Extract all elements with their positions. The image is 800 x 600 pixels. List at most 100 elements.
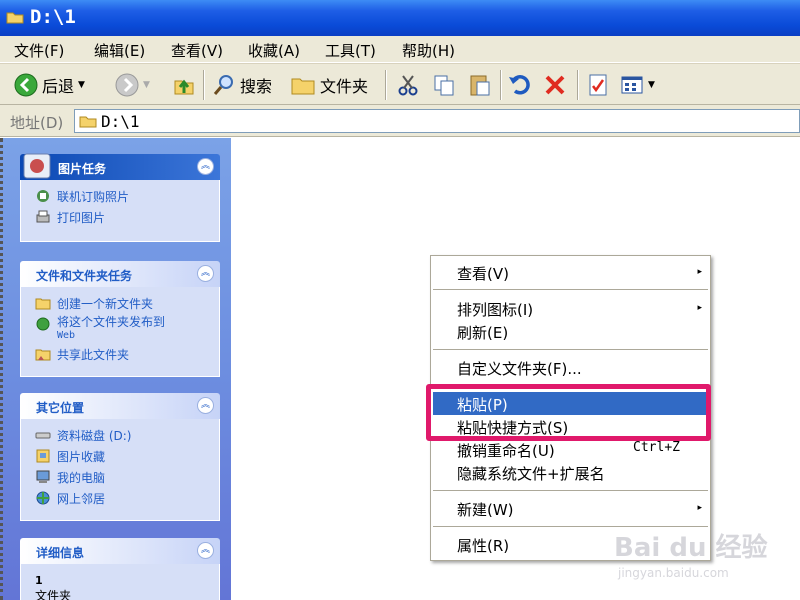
collapse-icon[interactable]: ︽ [197,397,214,414]
picture-tasks-body: 联机订购照片 打印图片 [20,180,220,242]
order-photos-icon [37,190,49,202]
file-tasks-panel: 文件和文件夹任务 ︽ 创建一个新文件夹 将这个文件夹发布到 Web 共享此文件夹 [20,261,220,377]
task-publish-web[interactable]: 将这个文件夹发布到 Web [35,316,219,346]
properties-button[interactable] [586,70,610,100]
collapse-icon[interactable]: ︽ [197,265,214,282]
ctx-new[interactable]: 新建(W) ▸ [433,497,708,520]
address-value: D:\1 [101,111,140,131]
menu-tools[interactable]: 工具(T) [325,40,376,61]
address-bar: 地址(D) D:\1 [0,105,800,137]
other-places-body: 资料磁盘 (D:) 图片收藏 我的电脑 网上邻居 [20,419,220,521]
submenu-arrow-icon: ▸ [697,267,702,277]
collapse-icon[interactable]: ︽ [197,158,214,175]
up-icon [174,79,194,95]
task-order-photos[interactable]: 联机订购照片 [35,188,219,209]
file-tasks-header[interactable]: 文件和文件夹任务 ︽ [20,261,220,287]
delete-button[interactable] [543,70,567,100]
menu-bar: 文件(F) 编辑(E) 查看(V) 收藏(A) 工具(T) 帮助(H) [0,36,800,63]
ctx-refresh[interactable]: 刷新(E) [433,320,708,343]
other-places-panel: 其它位置 ︽ 资料磁盘 (D:) 图片收藏 我的电脑 网上邻居 [20,393,220,521]
my-pictures-icon [36,449,50,463]
search-label: 搜索 [240,77,273,96]
drive-icon [35,432,51,439]
toolbar: 后退 ▼ ▼ 搜索 文件夹 ▼ [0,63,800,105]
paste-icon [470,75,490,96]
up-button[interactable] [172,70,196,100]
other-places-header[interactable]: 其它位置 ︽ [20,393,220,419]
menu-favorites[interactable]: 收藏(A) [248,40,300,61]
delete-icon [545,75,565,95]
file-tasks-title: 文件和文件夹任务 [36,269,133,283]
back-dropdown-icon[interactable]: ▼ [78,80,85,90]
copy-icon [434,75,454,96]
cut-icon [398,75,418,96]
back-label: 后退 [42,77,75,96]
share-folder-icon [35,349,51,361]
folder-icon [6,10,24,28]
submenu-arrow-icon: ▸ [697,303,702,313]
address-label: 地址(D) [10,114,64,132]
other-places-title: 其它位置 [36,401,85,415]
menu-edit[interactable]: 编辑(E) [94,40,145,61]
menu-file[interactable]: 文件(F) [14,40,64,61]
submenu-arrow-icon: ▸ [697,503,702,513]
task-share-folder[interactable]: 共享此文件夹 [35,346,219,367]
annotation-highlight-box [426,384,711,441]
details-title: 详细信息 [36,546,85,560]
folders-button[interactable]: 文件夹 [290,70,368,100]
forward-button[interactable]: ▼ [115,70,150,100]
properties-icon [589,74,607,96]
details-type: 文件夹 [35,589,72,600]
address-input[interactable]: D:\1 [74,109,800,133]
paste-button[interactable] [468,70,492,100]
menu-help[interactable]: 帮助(H) [402,40,455,61]
search-icon [213,75,233,95]
views-button[interactable]: ▼ [620,70,655,100]
task-print-pictures[interactable]: 打印图片 [35,209,219,230]
file-tasks-body: 创建一个新文件夹 将这个文件夹发布到 Web 共享此文件夹 [20,287,220,377]
pictures-icon [23,153,51,179]
publish-web-icon [36,317,50,331]
place-my-computer[interactable]: 我的电脑 [35,469,219,490]
ctx-customize-folder[interactable]: 自定义文件夹(F)... [433,356,708,379]
search-button[interactable]: 搜索 [212,70,272,100]
details-name: 1 [35,574,43,587]
back-button[interactable]: 后退 ▼ [14,70,85,100]
my-computer-icon [36,470,50,483]
ctx-undo-rename[interactable]: 撤销重命名(U) Ctrl+Z [433,438,708,461]
new-folder-icon [35,298,51,310]
details-body: 1 文件夹 [20,564,220,600]
undo-icon [509,75,530,95]
ctx-view[interactable]: 查看(V) ▸ [433,261,708,284]
forward-icon [115,73,139,97]
ctx-undo-shortcut: Ctrl+Z [633,440,680,455]
details-header[interactable]: 详细信息 ︽ [20,538,220,564]
watermark-url: jingyan.baidu.com [618,566,729,580]
details-panel: 详细信息 ︽ 1 文件夹 [20,538,220,600]
folder-icon [79,116,97,128]
place-network[interactable]: 网上邻居 [35,490,219,511]
folders-label: 文件夹 [320,77,369,96]
window-title: D:\1 [30,6,76,28]
task-new-folder[interactable]: 创建一个新文件夹 [35,295,219,316]
place-my-pictures[interactable]: 图片收藏 [35,448,219,469]
network-icon [36,491,50,505]
picture-tasks-panel: 图片任务 ︽ 联机订购照片 打印图片 [20,153,220,242]
undo-button[interactable] [507,70,531,100]
ctx-hide-system-files[interactable]: 隐藏系统文件+扩展名 [433,461,708,484]
title-bar[interactable]: D:\1 [0,0,800,36]
ctx-arrange-icons[interactable]: 排列图标(I) ▸ [433,297,708,320]
copy-button[interactable] [432,70,456,100]
views-dropdown-icon[interactable]: ▼ [648,80,655,90]
picture-tasks-title: 图片任务 [58,162,107,176]
back-icon [14,73,38,97]
picture-tasks-header[interactable]: 图片任务 ︽ [20,153,220,180]
views-icon [621,76,643,94]
place-data-disk[interactable]: 资料磁盘 (D:) [35,427,219,448]
task-pane: 图片任务 ︽ 联机订购照片 打印图片 文件和文件夹任务 ︽ 创建一个新文件夹 将… [0,138,231,600]
cut-button[interactable] [396,70,420,100]
menu-view[interactable]: 查看(V) [171,40,223,61]
watermark-logo: Bai du 经验 [614,533,768,563]
forward-dropdown-icon[interactable]: ▼ [143,80,150,90]
collapse-icon[interactable]: ︽ [197,542,214,559]
